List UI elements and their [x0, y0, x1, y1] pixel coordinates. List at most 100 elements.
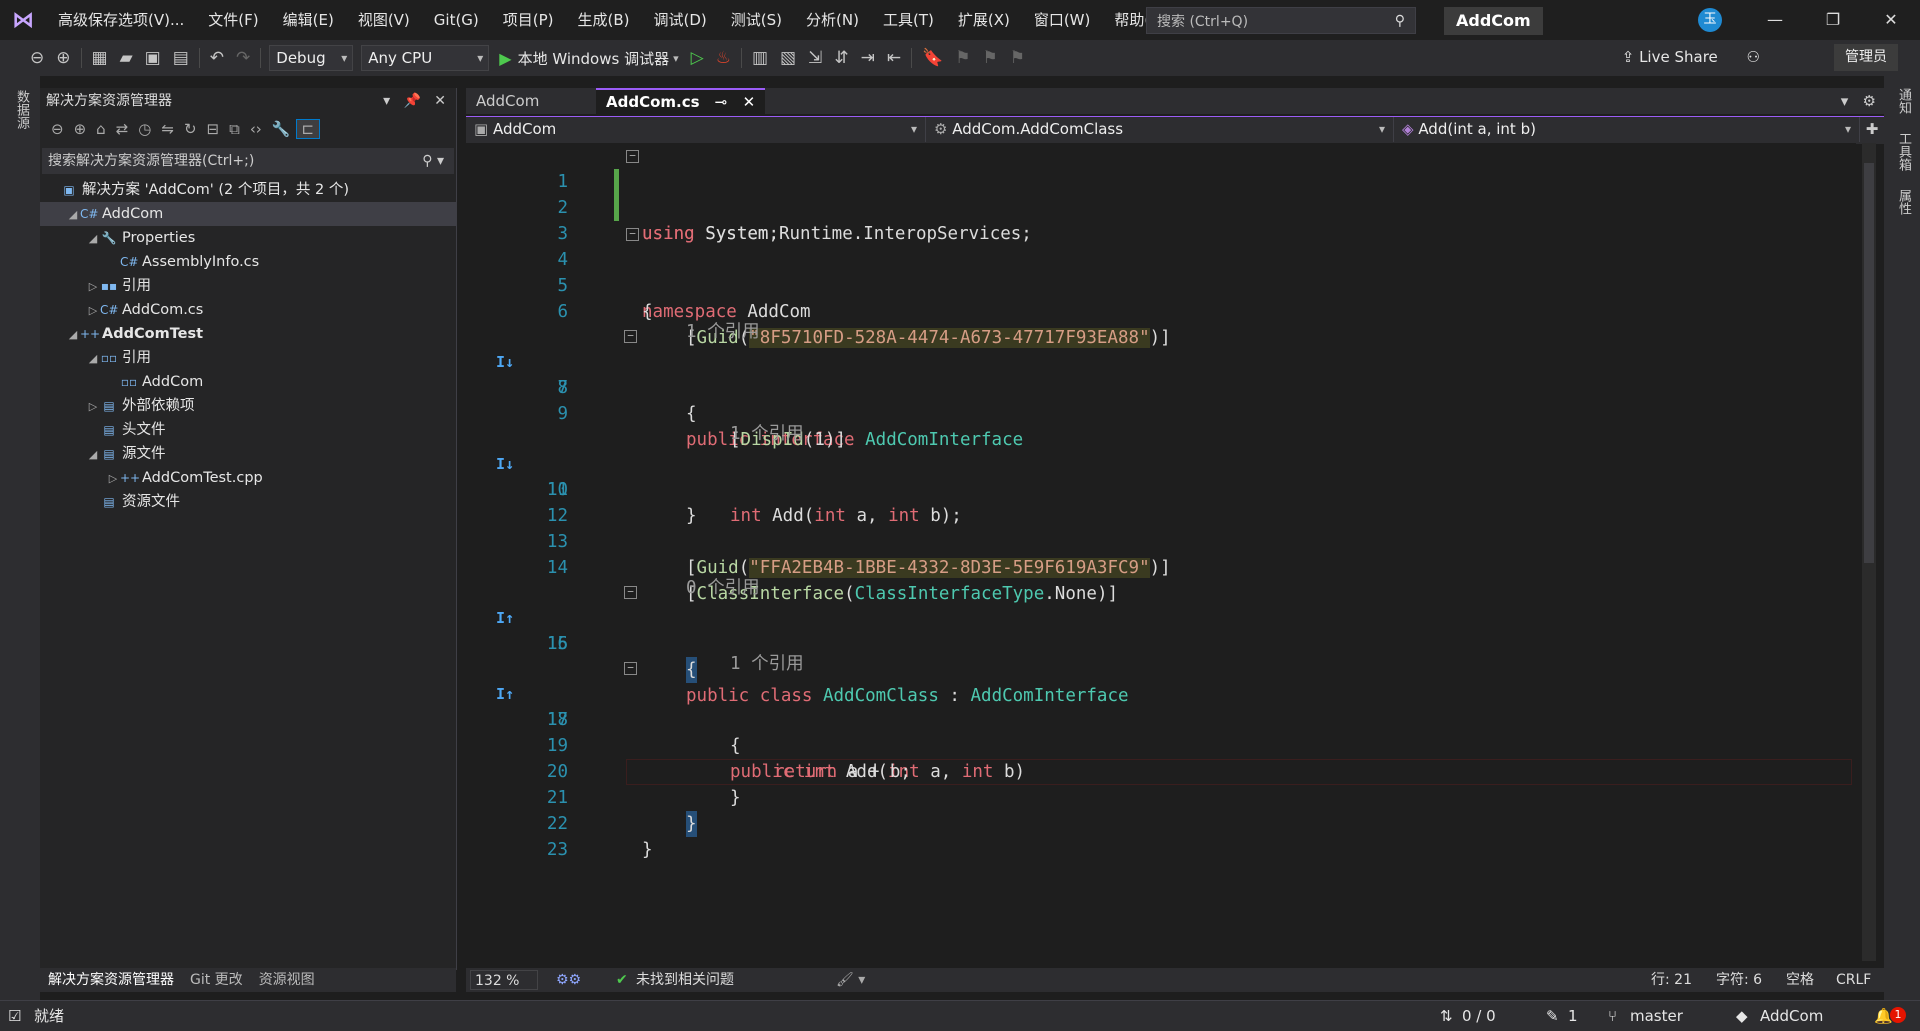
toolbox-tab[interactable]: 工具箱	[1894, 132, 1913, 171]
menu-tools[interactable]: 工具(T)	[871, 0, 946, 40]
show-all-files-icon[interactable]: ⧉	[224, 120, 245, 138]
gear-icon[interactable]: ⚙	[1863, 92, 1876, 110]
tab-resource-view[interactable]: 资源视图	[251, 968, 323, 992]
configuration-select[interactable]: Debug	[269, 45, 354, 71]
close-icon[interactable]: ✕	[434, 93, 446, 109]
tab-addcom-cs[interactable]: AddCom.cs ⊸ ✕	[596, 88, 766, 114]
tree-item[interactable]: ▤ 资源文件	[40, 490, 456, 514]
properties-tab[interactable]: 属性	[1894, 189, 1913, 215]
search-input[interactable]: 搜索 (Ctrl+Q) ⚲	[1146, 7, 1416, 34]
platform-select[interactable]: Any CPU	[361, 45, 490, 71]
tree-item[interactable]: ▫▫ AddCom	[40, 370, 456, 394]
tree-item[interactable]: ▷ ++ AddComTest.cpp	[40, 466, 456, 490]
tree-item[interactable]: ▣ 解决方案 'AddCom' (2 个项目，共 2 个)	[40, 178, 456, 202]
branch-name[interactable]: master	[1630, 1001, 1683, 1031]
redo-icon[interactable]: ↷	[230, 48, 256, 68]
fold-icon[interactable]: −	[626, 228, 639, 241]
switch-views-icon[interactable]: ⇄	[111, 120, 134, 138]
minimize-button[interactable]: —	[1746, 0, 1804, 40]
collapse-all-icon[interactable]: ⊟	[202, 120, 225, 138]
live-share-button[interactable]: ⇪ Live Share ⚇	[1622, 48, 1760, 66]
expand-arrow-icon[interactable]: ▷	[86, 299, 100, 323]
visual-studio-logo-icon[interactable]: ⋈	[0, 0, 46, 40]
indent-icon[interactable]: ⇥	[855, 48, 881, 68]
menu-extensions[interactable]: 扩展(X)	[946, 0, 1022, 40]
tree-item[interactable]: ▷ ▤ 外部依赖项	[40, 394, 456, 418]
bookmark-next-icon[interactable]: ⚑	[976, 48, 1003, 68]
chevron-down-icon[interactable]: ▾	[383, 93, 390, 109]
line-ending[interactable]: CRLF	[1836, 968, 1871, 992]
attach-icon[interactable]: ⇵	[828, 48, 854, 68]
bookmark-icon[interactable]: 🔖	[916, 48, 949, 68]
menu-analyze[interactable]: 分析(N)	[794, 0, 871, 40]
bookmark-prev-icon[interactable]: ⚑	[949, 48, 976, 68]
expand-arrow-icon[interactable]: ◢	[66, 203, 80, 227]
tree-item[interactable]: ◢ ++ AddComTest	[40, 322, 456, 346]
issues-status[interactable]: 未找到相关问题	[636, 968, 734, 992]
tree-item[interactable]: ▷ C# AddCom.cs	[40, 298, 456, 322]
member-dropdown[interactable]: ◈ Add(int a, int b)	[1394, 117, 1860, 142]
menu-build[interactable]: 生成(B)	[566, 0, 642, 40]
split-icon[interactable]: ✚	[1860, 117, 1884, 144]
zoom-select[interactable]: 132 %	[470, 970, 538, 990]
browser-link-icon[interactable]: ▥	[746, 48, 774, 68]
refresh-icon[interactable]: ↻	[179, 120, 202, 138]
restore-button[interactable]: ❐	[1804, 0, 1862, 40]
changes-count[interactable]: 1	[1568, 1001, 1578, 1031]
brush-icon[interactable]: 🖌 ▾	[836, 968, 865, 992]
data-sources-tab[interactable]: 数据源	[12, 90, 31, 129]
layout-icon[interactable]: ▧	[774, 48, 802, 68]
close-icon[interactable]: ✕	[743, 93, 756, 111]
menu-advanced-save[interactable]: 高级保存选项(V)...	[46, 0, 196, 40]
chevron-down-icon[interactable]: ▾	[1841, 92, 1849, 110]
fold-icon[interactable]: −	[624, 662, 637, 675]
new-project-icon[interactable]: ▦	[86, 48, 114, 68]
properties-icon[interactable]: 🔧	[267, 120, 296, 138]
tab-addcom[interactable]: AddCom	[466, 88, 596, 114]
type-dropdown[interactable]: ⚙ AddCom.AddComClass	[926, 117, 1394, 142]
menu-debug[interactable]: 调试(D)	[642, 0, 719, 40]
expand-arrow-icon[interactable]: ◢	[86, 227, 100, 251]
preview-icon[interactable]: ⊏	[295, 119, 321, 139]
outdent-icon[interactable]: ⇤	[881, 48, 907, 68]
fold-icon[interactable]: −	[624, 586, 637, 599]
start-without-debugging-icon[interactable]: ▷	[685, 48, 710, 68]
tree-item[interactable]: ▷ ▪▪ 引用	[40, 274, 456, 298]
expand-arrow-icon[interactable]: ▷	[106, 467, 120, 491]
project-dropdown[interactable]: ▣ AddCom	[466, 117, 926, 142]
menu-git[interactable]: Git(G)	[422, 0, 491, 40]
tree-item[interactable]: ▤ 头文件	[40, 418, 456, 442]
feedback-icon[interactable]: ⚇	[1747, 48, 1760, 66]
forward-icon[interactable]: ⊕	[50, 48, 76, 68]
expand-arrow-icon[interactable]: ◢	[66, 323, 80, 347]
pin-icon[interactable]: 📌	[403, 93, 420, 109]
repo-name[interactable]: AddCom	[1760, 1001, 1823, 1031]
whitespace-mode[interactable]: 空格	[1786, 968, 1814, 992]
hot-reload-icon[interactable]: ♨	[710, 48, 737, 68]
forward-icon[interactable]: ⊕	[69, 120, 92, 138]
tab-git-changes[interactable]: Git 更改	[182, 968, 251, 992]
scrollbar-thumb[interactable]	[1864, 163, 1874, 563]
save-all-icon[interactable]: ▤	[167, 48, 195, 68]
save-icon[interactable]: ▣	[139, 48, 167, 68]
menu-test[interactable]: 测试(S)	[719, 0, 794, 40]
tree-item[interactable]: C# AssemblyInfo.cs	[40, 250, 456, 274]
tree-item[interactable]: ◢ 🔧 Properties	[40, 226, 456, 250]
code-editor[interactable]: 1 − using System; 2 using System.Runtime…	[466, 143, 1856, 958]
open-folder-icon[interactable]: ▰	[114, 48, 139, 68]
expand-arrow-icon[interactable]: ◢	[86, 443, 100, 467]
close-button[interactable]: ✕	[1862, 0, 1920, 40]
fold-icon[interactable]: −	[624, 330, 637, 343]
back-icon[interactable]: ⊖	[46, 120, 69, 138]
solution-search-input[interactable]: 搜索解决方案资源管理器(Ctrl+;) ⚲ ▾	[42, 148, 454, 174]
notifications-tab[interactable]: 通知	[1894, 88, 1913, 114]
menu-project[interactable]: 项目(P)	[491, 0, 566, 40]
undo-icon[interactable]: ↶	[204, 48, 230, 68]
vertical-scrollbar[interactable]	[1862, 143, 1876, 961]
expand-arrow-icon[interactable]: ◢	[86, 347, 100, 371]
start-debugging-button[interactable]: ▶ 本地 Windows 调试器 ▾	[499, 48, 678, 69]
sync-icon[interactable]: ⇋	[156, 120, 179, 138]
expand-arrow-icon[interactable]: ▷	[86, 395, 100, 419]
tree-item[interactable]: ◢ C# AddCom	[40, 202, 456, 226]
view-code-icon[interactable]: ‹›	[245, 120, 267, 138]
